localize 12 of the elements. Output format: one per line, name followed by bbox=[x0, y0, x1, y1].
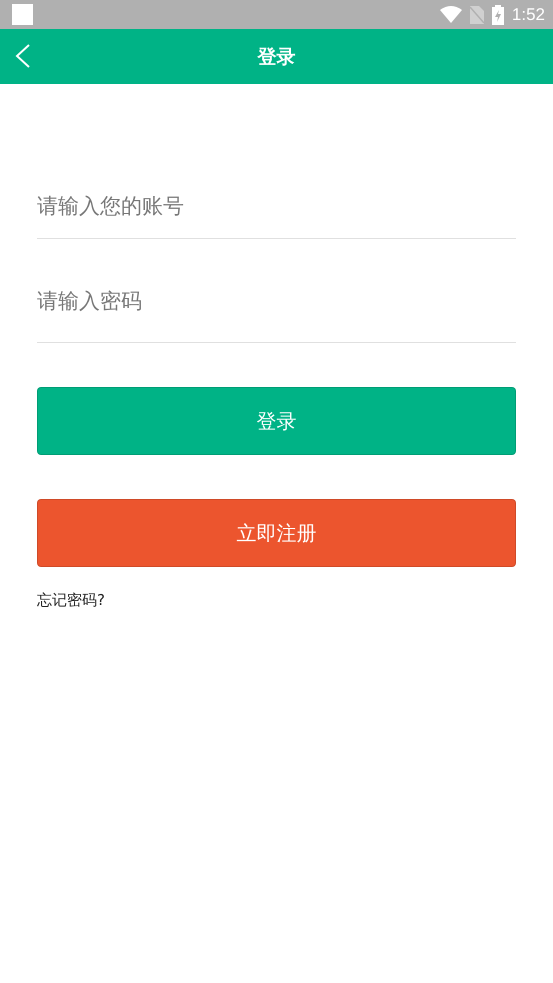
back-icon[interactable] bbox=[14, 43, 32, 69]
clock-time: 1:52 bbox=[512, 4, 545, 24]
notification-icon bbox=[12, 4, 33, 25]
wifi-icon bbox=[440, 6, 462, 23]
login-button[interactable]: 登录 bbox=[37, 387, 516, 455]
no-sim-icon bbox=[470, 6, 484, 24]
battery-icon bbox=[492, 4, 504, 24]
password-field[interactable]: 请输入密码 bbox=[37, 239, 516, 343]
forgot-password-link[interactable]: 忘记密码? bbox=[37, 591, 516, 610]
register-button[interactable]: 立即注册 bbox=[37, 499, 516, 567]
page-title: 登录 bbox=[258, 44, 296, 70]
account-field[interactable]: 请输入您的账号 bbox=[37, 154, 516, 239]
